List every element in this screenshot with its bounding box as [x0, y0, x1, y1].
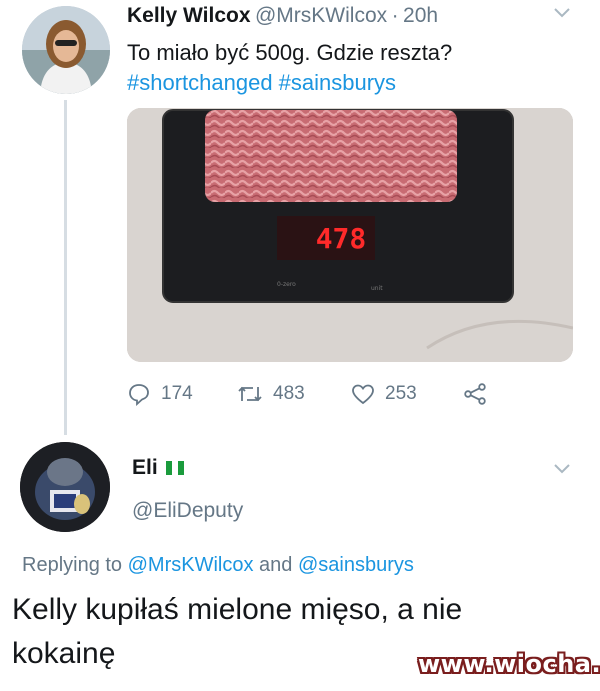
reply-chevron-down-icon[interactable] — [553, 462, 571, 480]
reply-author-handle[interactable]: @EliDeputy — [132, 499, 243, 523]
retweet-button[interactable]: 483 — [237, 383, 351, 405]
share-icon — [463, 382, 487, 406]
replying-to: Replying to @MrsKWilcox and @sainsburys — [22, 554, 414, 577]
scale-label-right: unit — [371, 285, 383, 292]
caption-line-1: Kelly kupiłaś mielone mięso, a nie — [12, 593, 463, 626]
caption-line-2: kokainę — [12, 637, 116, 670]
tweet-body: To miało być 500g. Gdzie reszta? #shortc… — [127, 38, 452, 98]
scale-display: 478 — [316, 222, 367, 255]
avatar-eli[interactable] — [20, 442, 110, 532]
tweet-time[interactable]: 20h — [403, 4, 438, 27]
scale-label-left: 0-zero — [277, 281, 296, 288]
scale-photo: 478 0-zero unit — [127, 108, 573, 362]
replying-user-link[interactable]: @sainsburys — [298, 554, 414, 576]
author-handle[interactable]: @MrsKWilcox — [255, 4, 387, 27]
profile-photo — [20, 442, 110, 532]
replying-user-link[interactable]: @MrsKWilcox — [128, 554, 254, 576]
nigeria-flag-icon — [165, 461, 184, 475]
avatar-kelly-wilcox[interactable] — [22, 6, 110, 94]
replying-prefix: Replying to — [22, 554, 123, 576]
author-name[interactable]: Kelly Wilcox — [127, 4, 251, 27]
watermark-logo: www.wiocha.pl — [418, 650, 600, 678]
tweet-hashtags[interactable]: #shortchanged #sainsburys — [127, 68, 452, 98]
retweet-icon — [237, 383, 263, 405]
thread-line — [64, 100, 67, 435]
tweet-header: Kelly Wilcox @MrsKWilcox · 20h — [127, 4, 438, 28]
time-separator: · — [391, 4, 399, 27]
reply-count: 174 — [161, 383, 193, 404]
tweet-text: To miało być 500g. Gdzie reszta? — [127, 40, 453, 65]
tweet-actions: 174 483 253 — [127, 378, 487, 410]
profile-photo — [22, 6, 110, 94]
chevron-down-icon[interactable] — [553, 6, 571, 24]
replying-and: and — [259, 554, 293, 576]
tweet-photo[interactable]: 478 0-zero unit — [127, 108, 573, 362]
reply-author-name[interactable]: Eli — [132, 456, 158, 480]
reply-icon — [127, 382, 151, 406]
like-icon — [351, 383, 375, 405]
like-button[interactable]: 253 — [351, 383, 463, 405]
retweet-count: 483 — [273, 383, 305, 404]
reply-header: Eli — [132, 456, 184, 480]
reply-button[interactable]: 174 — [127, 382, 237, 406]
share-button[interactable] — [463, 382, 487, 406]
like-count: 253 — [385, 383, 417, 404]
